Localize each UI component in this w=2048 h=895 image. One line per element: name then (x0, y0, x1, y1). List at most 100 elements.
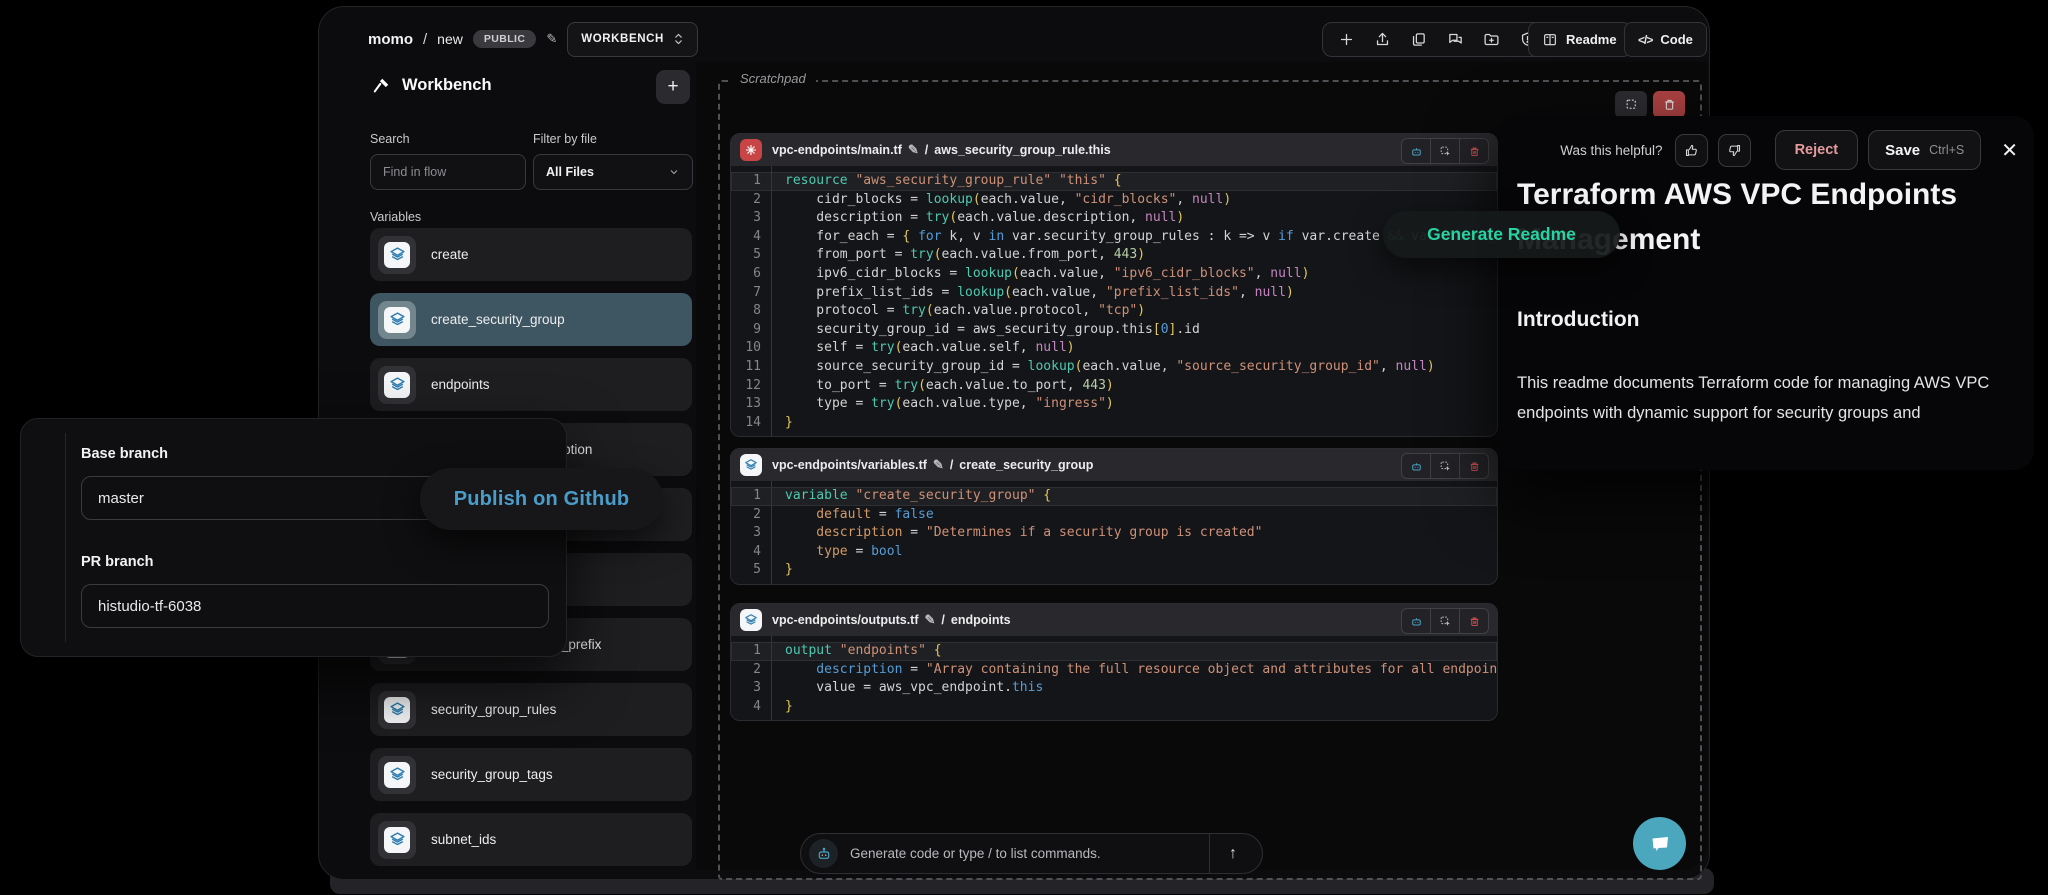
variable-item-label: create (431, 247, 469, 262)
code-editor[interactable]: 1output "endpoints" {2 description = "Ar… (731, 636, 1497, 721)
thumbs-down-button[interactable] (1718, 134, 1751, 167)
code-line-content: to_port = try(each.value.to_port, 443) (785, 377, 1114, 396)
select-region-button[interactable] (1430, 608, 1460, 634)
code-line[interactable]: 13 type = try(each.value.type, "ingress"… (731, 395, 1497, 414)
chat-fab-button[interactable] (1633, 817, 1686, 870)
trash-button[interactable] (1459, 138, 1489, 164)
base-branch-input[interactable] (81, 476, 454, 520)
add-variable-button[interactable]: + (656, 70, 690, 104)
code-line[interactable]: 5} (731, 561, 1497, 580)
copy-icon[interactable] (1410, 31, 1427, 48)
code-line[interactable]: 8 protocol = try(each.value.protocol, "t… (731, 302, 1497, 321)
upload-icon[interactable] (1374, 31, 1391, 48)
code-panel-title: vpc-endpoints/variables.tf ✎ / create_se… (772, 457, 1093, 473)
code-panel-main-tf[interactable]: vpc-endpoints/main.tf ✎ / aws_security_g… (730, 133, 1498, 437)
line-number: 9 (731, 321, 771, 340)
code-line[interactable]: 2 cidr_blocks = lookup(each.value, "cidr… (731, 191, 1497, 210)
code-line[interactable]: 6 ipv6_cidr_blocks = lookup(each.value, … (731, 265, 1497, 284)
sidebar-header: Workbench (372, 76, 492, 95)
edit-file-icon[interactable]: ✎ (933, 457, 944, 473)
code-line[interactable]: 10 self = try(each.value.self, null) (731, 339, 1497, 358)
code-editor[interactable]: 1resource "aws_security_group_rule" "thi… (731, 166, 1497, 437)
code-panel-variables-tf[interactable]: vpc-endpoints/variables.tf ✎ / create_se… (730, 448, 1498, 585)
thumbs-up-button[interactable] (1675, 134, 1708, 167)
edit-file-icon[interactable]: ✎ (908, 142, 919, 158)
code-panel-header[interactable]: vpc-endpoints/outputs.tf ✎ / endpoints (731, 604, 1497, 636)
folder-add-icon[interactable] (1483, 31, 1500, 48)
scratchpad-delete-button[interactable] (1653, 91, 1685, 118)
resource-name: aws_security_group_rule.this (934, 143, 1110, 157)
code-line[interactable]: 4 type = bool (731, 543, 1497, 562)
edit-file-icon[interactable]: ✎ (925, 612, 936, 628)
code-editor[interactable]: 1variable "create_security_group" {2 def… (731, 481, 1497, 585)
command-input[interactable] (838, 846, 1209, 861)
code-line[interactable]: 9 security_group_id = aws_security_group… (731, 321, 1497, 340)
edit-title-icon[interactable]: ✎ (546, 31, 557, 47)
ai-command-bar[interactable]: ↑ (800, 833, 1263, 874)
publish-on-github-button[interactable]: Publish on Github (420, 468, 663, 530)
variable-item-create[interactable]: create (370, 228, 692, 281)
generate-readme-button[interactable]: Generate Readme (1383, 211, 1620, 258)
code-line[interactable]: 2 description = "Array containing the fu… (731, 661, 1497, 680)
divider (1209, 834, 1210, 874)
code-line[interactable]: 1output "endpoints" { (731, 642, 1497, 661)
variable-item-subnet_ids[interactable]: subnet_ids (370, 813, 692, 866)
mode-select[interactable]: WORKBENCH (567, 22, 698, 57)
reject-button[interactable]: Reject (1775, 130, 1859, 170)
line-number: 8 (731, 302, 771, 321)
code-line[interactable]: 11 source_security_group_id = lookup(eac… (731, 358, 1497, 377)
code-line[interactable]: 4 for_each = { for k, v in var.security_… (731, 228, 1497, 247)
line-number: 12 (731, 377, 771, 396)
code-line-content: } (785, 698, 793, 717)
workspace-name: new (437, 31, 463, 47)
plus-icon[interactable] (1338, 31, 1355, 48)
code-line[interactable]: 3 value = aws_vpc_endpoint.this (731, 679, 1497, 698)
pr-branch-input[interactable] (81, 584, 549, 628)
book-icon (1542, 32, 1558, 48)
search-input[interactable] (370, 154, 526, 190)
scratchpad-select-button[interactable] (1615, 91, 1647, 118)
code-line[interactable]: 7 prefix_list_ids = lookup(each.value, "… (731, 284, 1497, 303)
select-region-button[interactable] (1430, 138, 1460, 164)
variable-item-endpoints[interactable]: endpoints (370, 358, 692, 411)
save-button[interactable]: Save Ctrl+S (1868, 130, 1981, 170)
trash-button[interactable] (1459, 453, 1489, 479)
line-number: 7 (731, 284, 771, 303)
code-line[interactable]: 14} (731, 414, 1497, 433)
code-line-content: value = aws_vpc_endpoint.this (785, 679, 1043, 698)
readme-section-heading: Introduction (1517, 308, 1639, 332)
code-line[interactable]: 12 to_port = try(each.value.to_port, 443… (731, 377, 1497, 396)
arrow-up-icon[interactable]: ↑ (1212, 845, 1254, 863)
trash-button[interactable] (1459, 608, 1489, 634)
code-panel-header[interactable]: vpc-endpoints/variables.tf ✎ / create_se… (731, 449, 1497, 481)
ai-robot-button[interactable] (1401, 453, 1431, 479)
thumbs-up-icon (1684, 143, 1699, 158)
file-filter-select[interactable]: All Files (533, 154, 693, 190)
code-line[interactable]: 3 description = try(each.value.descripti… (731, 209, 1497, 228)
code-line[interactable]: 5 from_port = try(each.value.from_port, … (731, 246, 1497, 265)
window-title-group: momo / new PUBLIC ✎ WORKBENCH (368, 22, 698, 56)
code-line-content: description = "Array containing the full… (785, 661, 1498, 680)
ai-robot-button[interactable] (1401, 608, 1431, 634)
file-name: vpc-endpoints/outputs.tf (772, 613, 919, 627)
code-panel-header[interactable]: vpc-endpoints/main.tf ✎ / aws_security_g… (731, 134, 1497, 166)
variable-item-security_group_tags[interactable]: security_group_tags (370, 748, 692, 801)
code-line[interactable]: 4} (731, 698, 1497, 717)
code-button[interactable]: </> Code (1624, 22, 1707, 57)
close-icon[interactable]: ✕ (2001, 138, 2018, 163)
code-panel-outputs-tf[interactable]: vpc-endpoints/outputs.tf ✎ / endpoints 1… (730, 603, 1498, 721)
ai-robot-button[interactable] (1401, 138, 1431, 164)
select-region-button[interactable] (1430, 453, 1460, 479)
helpful-question: Was this helpful? (1560, 143, 1662, 158)
code-line[interactable]: 1variable "create_security_group" { (731, 487, 1497, 506)
chat-icon[interactable] (1447, 31, 1464, 48)
line-number: 4 (731, 228, 771, 247)
variable-layers-icon (378, 236, 416, 274)
variable-item-security_group_rules[interactable]: security_group_rules (370, 683, 692, 736)
code-panel-title: vpc-endpoints/main.tf ✎ / aws_security_g… (772, 142, 1111, 158)
code-line[interactable]: 3 description = "Determines if a securit… (731, 524, 1497, 543)
code-line[interactable]: 1resource "aws_security_group_rule" "thi… (731, 172, 1497, 191)
variable-item-create_security_group[interactable]: create_security_group (370, 293, 692, 346)
readme-button[interactable]: Readme (1528, 22, 1631, 57)
code-line[interactable]: 2 default = false (731, 506, 1497, 525)
